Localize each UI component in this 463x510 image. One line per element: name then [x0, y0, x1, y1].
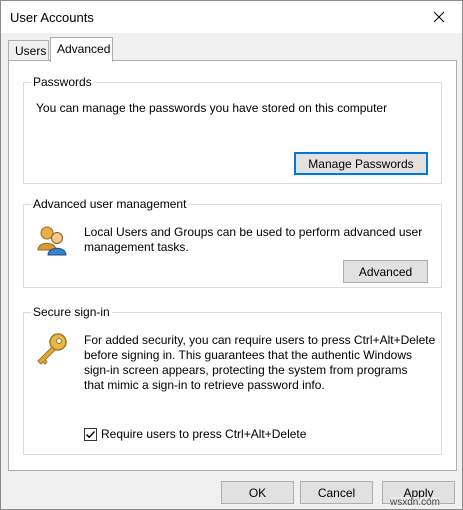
- cancel-button[interactable]: Cancel: [300, 481, 373, 504]
- watermark: wsxdn.com: [390, 497, 441, 508]
- secure-signin-line2: before signing in. This guarantees that …: [84, 348, 412, 362]
- tab-strip: Users Advanced: [8, 37, 458, 62]
- checkmark-icon: [86, 431, 96, 439]
- secure-signin-line4: that mimic a sign-in to retrieve passwor…: [84, 378, 325, 392]
- user-management-description-line2: management tasks.: [84, 240, 189, 254]
- tab-advanced[interactable]: Advanced: [50, 37, 113, 62]
- close-button[interactable]: [416, 1, 462, 33]
- user-management-description-line1: Local Users and Groups can be used to pe…: [84, 225, 423, 239]
- key-icon: [34, 331, 70, 367]
- secure-signin-line3: sign-in screen appears, protecting the s…: [84, 363, 408, 377]
- close-icon: [433, 11, 445, 23]
- tab-users[interactable]: Users: [8, 40, 49, 60]
- manage-passwords-button[interactable]: Manage Passwords: [294, 152, 428, 175]
- require-ctrl-alt-delete-checkbox[interactable]: [84, 428, 97, 441]
- advanced-tab-panel: Passwords You can manage the passwords y…: [8, 60, 457, 471]
- window-title: User Accounts: [10, 10, 94, 25]
- advanced-button[interactable]: Advanced: [343, 260, 428, 283]
- passwords-group-title: Passwords: [31, 75, 94, 89]
- user-management-group: Advanced user management Local Users and…: [23, 197, 442, 288]
- secure-signin-group: Secure sign-in For added security, you c…: [23, 305, 442, 455]
- user-management-group-title: Advanced user management: [31, 197, 189, 211]
- secure-signin-line1: For added security, you can require user…: [84, 333, 436, 347]
- title-bar: User Accounts: [1, 1, 462, 33]
- passwords-description: You can manage the passwords you have st…: [36, 101, 388, 115]
- passwords-group: Passwords You can manage the passwords y…: [23, 75, 442, 184]
- require-ctrl-alt-delete-label[interactable]: Require users to press Ctrl+Alt+Delete: [101, 427, 306, 442]
- secure-signin-group-title: Secure sign-in: [31, 305, 112, 319]
- users-group-icon: [36, 224, 68, 256]
- ok-button[interactable]: OK: [221, 481, 294, 504]
- user-accounts-window: User Accounts Users Advanced Passwords Y…: [0, 0, 463, 510]
